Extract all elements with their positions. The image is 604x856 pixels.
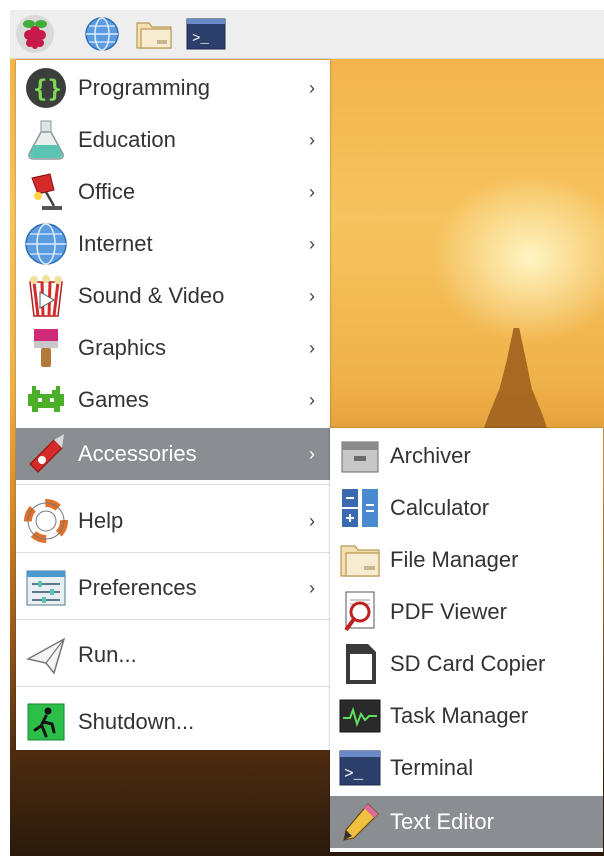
submenu-item-file-manager[interactable]: File Manager bbox=[330, 534, 603, 586]
submenu-item-label: File Manager bbox=[390, 547, 519, 572]
menu-separator bbox=[16, 484, 330, 485]
svg-text:>_: >_ bbox=[344, 765, 364, 783]
education-flask-icon bbox=[22, 116, 70, 164]
chevron-right-icon: › bbox=[309, 233, 315, 254]
accessories-submenu: Archiver Calculator File Manager PDF Vie… bbox=[330, 428, 603, 852]
submenu-item-label: Calculator bbox=[390, 495, 490, 520]
run-paperplane-icon bbox=[22, 631, 70, 679]
menu-item-sound-video[interactable]: Sound & Video › bbox=[16, 270, 330, 322]
submenu-item-label: Text Editor bbox=[390, 809, 494, 834]
submenu-item-text-editor[interactable]: Text Editor bbox=[330, 796, 603, 848]
submenu-item-sd-card-copier[interactable]: SD Card Copier bbox=[330, 638, 603, 690]
file-manager-folder-icon bbox=[336, 536, 384, 584]
menu-item-label: Sound & Video bbox=[78, 283, 225, 308]
menu-separator bbox=[16, 552, 330, 553]
help-lifebuoy-icon bbox=[22, 497, 70, 545]
submenu-item-calculator[interactable]: Calculator bbox=[330, 482, 603, 534]
internet-globe-icon bbox=[22, 220, 70, 268]
menu-item-programming[interactable]: {} Programming › bbox=[16, 62, 330, 114]
submenu-item-label: Terminal bbox=[390, 755, 474, 780]
menu-item-label: Preferences bbox=[78, 575, 197, 600]
chevron-right-icon: › bbox=[309, 443, 315, 464]
sd-card-icon bbox=[336, 640, 384, 688]
menu-item-graphics[interactable]: Graphics › bbox=[16, 322, 330, 374]
menu-item-run[interactable]: Run... bbox=[16, 629, 330, 681]
menu-item-label: Office bbox=[78, 179, 136, 204]
terminal-app-icon: >_ bbox=[336, 744, 384, 792]
raspberry-menu-icon[interactable] bbox=[16, 15, 54, 53]
pdf-viewer-icon bbox=[336, 588, 384, 636]
menu-item-label: Internet bbox=[78, 231, 153, 256]
menu-item-education[interactable]: Education › bbox=[16, 114, 330, 166]
accessories-knife-icon bbox=[22, 430, 70, 478]
office-lamp-icon bbox=[22, 168, 70, 216]
text-editor-pencil-icon bbox=[336, 798, 384, 846]
svg-text:{}: {} bbox=[33, 75, 62, 103]
programming-icon: {} bbox=[22, 64, 70, 112]
submenu-item-task-manager[interactable]: Task Manager bbox=[330, 690, 603, 742]
games-invader-icon bbox=[22, 376, 70, 424]
menu-item-label: Run... bbox=[78, 642, 137, 667]
web-browser-icon[interactable] bbox=[82, 16, 122, 52]
chevron-right-icon: › bbox=[309, 389, 315, 410]
svg-text:>_: >_ bbox=[192, 31, 209, 47]
chevron-right-icon: › bbox=[309, 577, 315, 598]
task-manager-icon bbox=[336, 692, 384, 740]
chevron-right-icon: › bbox=[309, 510, 315, 531]
menu-item-games[interactable]: Games › bbox=[16, 374, 330, 426]
chevron-right-icon: › bbox=[309, 129, 315, 150]
submenu-item-label: Task Manager bbox=[390, 703, 529, 728]
menu-item-label: Programming bbox=[78, 75, 211, 100]
sound-video-icon bbox=[22, 272, 70, 320]
menu-item-office[interactable]: Office › bbox=[16, 166, 330, 218]
chevron-right-icon: › bbox=[309, 77, 315, 98]
application-menu: {} Programming › Education › Office › In… bbox=[16, 60, 330, 750]
menu-item-label: Shutdown... bbox=[78, 709, 195, 734]
file-manager-icon[interactable] bbox=[134, 16, 174, 52]
menu-item-shutdown[interactable]: Shutdown... bbox=[16, 696, 330, 748]
submenu-item-terminal[interactable]: >_ Terminal bbox=[330, 742, 603, 794]
shutdown-exit-icon bbox=[22, 698, 70, 746]
submenu-item-label: Archiver bbox=[390, 443, 471, 468]
menu-item-label: Help bbox=[78, 508, 124, 533]
calculator-icon bbox=[336, 484, 384, 532]
preferences-icon bbox=[22, 564, 70, 612]
graphics-brush-icon bbox=[22, 324, 70, 372]
menu-separator bbox=[16, 686, 330, 687]
menu-item-accessories[interactable]: Accessories › bbox=[16, 428, 330, 480]
archiver-icon bbox=[336, 432, 384, 480]
menu-item-label: Education bbox=[78, 127, 176, 152]
menu-item-help[interactable]: Help › bbox=[16, 495, 330, 547]
menu-item-label: Games bbox=[78, 387, 149, 412]
submenu-item-label: SD Card Copier bbox=[390, 651, 546, 676]
submenu-item-archiver[interactable]: Archiver bbox=[330, 430, 603, 482]
terminal-icon[interactable]: >_ bbox=[186, 16, 226, 52]
submenu-item-pdf-viewer[interactable]: PDF Viewer bbox=[330, 586, 603, 638]
menu-item-label: Graphics bbox=[78, 335, 167, 360]
menu-separator bbox=[16, 619, 330, 620]
chevron-right-icon: › bbox=[309, 285, 315, 306]
chevron-right-icon: › bbox=[309, 181, 315, 202]
chevron-right-icon: › bbox=[309, 337, 315, 358]
taskbar: >_ bbox=[10, 10, 604, 59]
menu-item-label: Accessories bbox=[78, 441, 197, 466]
menu-item-internet[interactable]: Internet › bbox=[16, 218, 330, 270]
submenu-item-label: PDF Viewer bbox=[390, 599, 507, 624]
menu-item-preferences[interactable]: Preferences › bbox=[16, 562, 330, 614]
